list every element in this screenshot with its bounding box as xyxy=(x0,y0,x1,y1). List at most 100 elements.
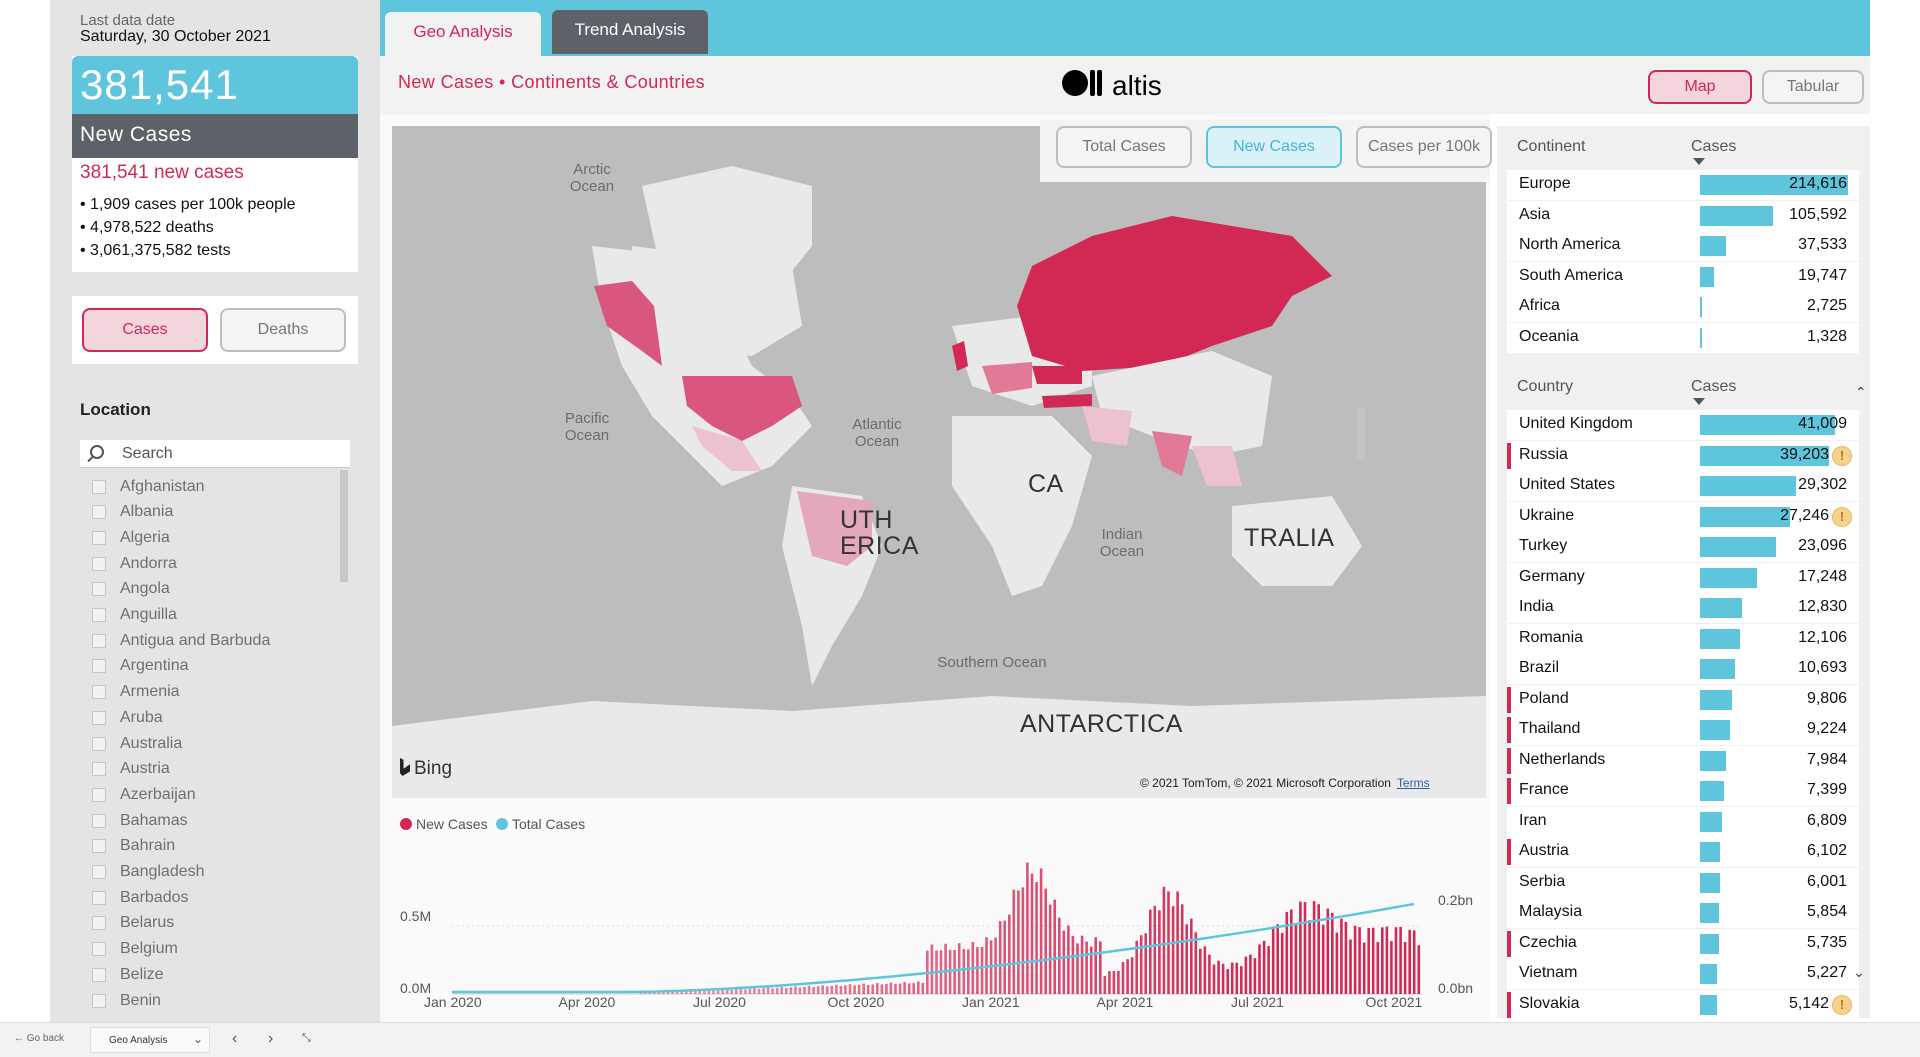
cases-toggle-button[interactable]: Cases xyxy=(82,308,208,352)
location-item[interactable]: Azerbaijan xyxy=(80,782,330,807)
location-item[interactable]: Anguilla xyxy=(80,603,330,628)
go-back-button[interactable]: ← Go back xyxy=(14,1033,64,1044)
timeline-chart[interactable]: New Cases Total Cases 0.5M 0.0M 0.2bn 0.… xyxy=(392,808,1486,1018)
location-item[interactable]: Angola xyxy=(80,577,330,602)
location-checkbox[interactable] xyxy=(92,608,106,622)
table-row[interactable]: Iran 6,809 xyxy=(1507,806,1859,837)
table-row[interactable]: Russia 39,203! xyxy=(1507,440,1859,471)
table-row[interactable]: Europe 214,616 xyxy=(1507,170,1859,200)
location-item[interactable]: Argentina xyxy=(80,654,330,679)
location-item[interactable]: Antigua and Barbuda xyxy=(80,628,330,653)
location-checkbox[interactable] xyxy=(92,633,106,648)
location-item[interactable]: Austria xyxy=(80,757,330,782)
location-item[interactable]: Aruba xyxy=(80,705,330,730)
location-checkbox[interactable] xyxy=(92,505,106,520)
location-checkbox[interactable] xyxy=(92,582,106,597)
warning-icon[interactable]: ! xyxy=(1832,994,1852,1015)
table-row[interactable]: Malaysia 5,854 xyxy=(1507,898,1859,928)
table-row[interactable]: Serbia 6,001 xyxy=(1507,867,1859,898)
location-checkbox[interactable] xyxy=(92,916,106,931)
location-item[interactable]: Bahamas xyxy=(80,808,330,833)
new-cases-button[interactable]: New Cases xyxy=(1206,126,1342,168)
cases-per-100k-button[interactable]: Cases per 100k xyxy=(1356,126,1492,168)
table-row[interactable]: Vietnam 5,227 xyxy=(1507,959,1859,989)
table-row[interactable]: Netherlands 7,984 xyxy=(1507,745,1859,776)
table-row[interactable]: Austria 6,102 xyxy=(1507,837,1859,867)
deaths-toggle-button[interactable]: Deaths xyxy=(220,308,346,352)
location-checkbox[interactable] xyxy=(92,659,106,674)
table-row[interactable]: Oceania 1,328 xyxy=(1507,322,1859,353)
logo-circle xyxy=(1062,70,1088,96)
table-row[interactable]: Africa 2,725 xyxy=(1507,292,1859,322)
table-row[interactable]: United States 29,302 xyxy=(1507,471,1859,501)
table-row[interactable]: France 7,399 xyxy=(1507,776,1859,806)
location-item[interactable]: Algeria xyxy=(80,525,330,550)
new-cases-bar xyxy=(1149,909,1152,994)
location-checkbox[interactable] xyxy=(92,839,106,854)
location-checkbox[interactable] xyxy=(92,890,106,905)
location-item[interactable]: Afghanistan xyxy=(80,474,330,499)
tab-geo-analysis[interactable]: Geo Analysis xyxy=(385,12,541,58)
previous-page-icon[interactable]: ‹ xyxy=(232,1030,237,1048)
continent-cases-header[interactable]: Cases xyxy=(1691,138,1736,156)
location-item[interactable]: Barbados xyxy=(80,885,330,910)
tabular-view-button[interactable]: Tabular xyxy=(1762,70,1864,104)
tab-trend-analysis[interactable]: Trend Analysis xyxy=(552,10,708,54)
location-item[interactable]: Andorra xyxy=(80,551,330,576)
scroll-up-icon[interactable]: ⌃ xyxy=(1855,384,1867,401)
warning-icon[interactable]: ! xyxy=(1832,445,1852,466)
table-row[interactable]: Asia 105,592 xyxy=(1507,200,1859,231)
table-row[interactable]: Thailand 9,224 xyxy=(1507,715,1859,745)
location-item[interactable]: Albania xyxy=(80,500,330,525)
warning-icon[interactable]: ! xyxy=(1832,506,1852,527)
location-item[interactable]: Armenia xyxy=(80,680,330,705)
table-row[interactable]: North America 37,533 xyxy=(1507,231,1859,261)
location-checkbox[interactable] xyxy=(92,762,106,777)
location-item[interactable]: Belarus xyxy=(80,911,330,936)
location-search-input[interactable]: Search xyxy=(80,440,350,468)
location-checkbox[interactable] xyxy=(92,736,106,751)
location-item[interactable]: Belize xyxy=(80,962,330,987)
location-checkbox[interactable] xyxy=(92,993,106,1008)
location-checkbox[interactable] xyxy=(92,685,106,700)
location-item[interactable]: Belgium xyxy=(80,937,330,962)
location-checkbox[interactable] xyxy=(92,710,106,725)
location-checkbox[interactable] xyxy=(92,865,106,879)
table-row[interactable]: Brazil 10,693 xyxy=(1507,654,1859,684)
map-view-button[interactable]: Map xyxy=(1648,70,1752,104)
table-row[interactable]: Slovakia 5,142! xyxy=(1507,989,1859,1020)
next-page-icon[interactable]: › xyxy=(268,1030,273,1048)
scroll-down-icon[interactable]: ⌄ xyxy=(1853,964,1865,981)
total-cases-button[interactable]: Total Cases xyxy=(1056,126,1192,168)
table-row[interactable]: South America 19,747 xyxy=(1507,261,1859,292)
page-select[interactable]: Geo Analysis ⌄ xyxy=(90,1027,210,1053)
table-row[interactable]: Poland 9,806 xyxy=(1507,684,1859,715)
location-checkbox[interactable] xyxy=(92,479,106,494)
fullscreen-icon[interactable]: ⤡ xyxy=(302,1032,311,1045)
table-row[interactable]: Romania 12,106 xyxy=(1507,623,1859,654)
location-checkbox[interactable] xyxy=(92,530,106,545)
country-cases-header[interactable]: Cases xyxy=(1691,378,1736,396)
table-row[interactable]: Ukraine 27,246! xyxy=(1507,501,1859,532)
location-checkbox[interactable] xyxy=(92,967,106,982)
location-label: Angola xyxy=(120,580,170,598)
location-item[interactable]: Bangladesh xyxy=(80,860,330,885)
location-item[interactable]: Bahrain xyxy=(80,834,330,859)
table-row[interactable]: Germany 17,248 xyxy=(1507,562,1859,593)
table-row[interactable]: Turkey 23,096 xyxy=(1507,532,1859,562)
location-scrollbar[interactable] xyxy=(340,470,348,582)
location-item[interactable]: Australia xyxy=(80,731,330,756)
terms-link[interactable]: Terms xyxy=(1397,776,1430,790)
location-checkbox[interactable] xyxy=(92,813,106,828)
country-scrollbar[interactable] xyxy=(1357,408,1365,460)
world-map[interactable]: Arctic Ocean Pacific Ocean Atlantic Ocea… xyxy=(392,126,1486,798)
new-cases-bar xyxy=(1144,933,1147,994)
location-item[interactable]: Benin xyxy=(80,988,330,1013)
location-checkbox[interactable] xyxy=(92,787,106,802)
table-row[interactable]: United Kingdom 41,009 xyxy=(1507,410,1859,440)
location-checkbox[interactable] xyxy=(92,942,106,957)
new-cases-bar xyxy=(1071,936,1075,994)
table-row[interactable]: Czechia 5,735 xyxy=(1507,928,1859,959)
table-row[interactable]: India 12,830 xyxy=(1507,593,1859,623)
location-checkbox[interactable] xyxy=(92,556,106,571)
